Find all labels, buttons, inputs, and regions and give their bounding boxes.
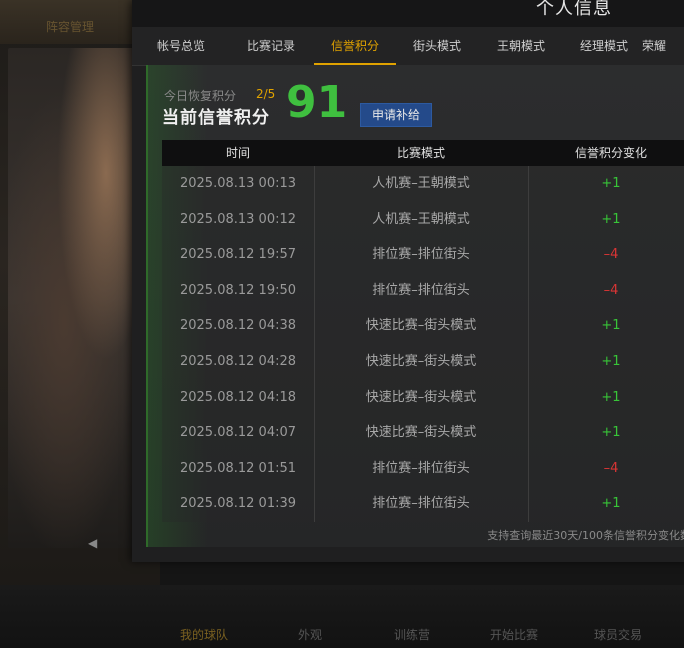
table-row: 2025.08.12 04:28 快速比赛–街头模式 +1	[162, 344, 684, 379]
row-mode: 快速比赛–街头模式	[365, 389, 477, 405]
credit-panel: 今日恢复积分 2/5 当前信誉积分 91 申请补给 时间 比赛模式 信誉积分变化…	[146, 65, 684, 547]
row-mode: 排位赛–排位街头	[372, 460, 470, 476]
row-mode: 快速比赛–街头模式	[365, 354, 477, 369]
background-top-tab: 阵容管理	[46, 20, 95, 34]
row-time: 2025.08.12 04:28	[179, 354, 297, 369]
tab-honor[interactable]: 荣耀	[642, 27, 682, 63]
recover-label: 今日恢复积分	[164, 89, 237, 103]
row-change: +1	[601, 425, 621, 441]
nav-player-trade[interactable]: 球员交易	[594, 626, 642, 643]
row-time: 2025.08.12 19:57	[179, 247, 297, 263]
header-change: 信誉积分变化	[574, 146, 647, 160]
score-title: 当前信誉积分	[162, 108, 270, 128]
row-change: +1	[601, 176, 621, 191]
apply-supply-button[interactable]: 申请补给	[360, 103, 432, 127]
table-row: 2025.08.13 00:13 人机赛–王朝模式 +1	[162, 166, 684, 201]
row-time: 2025.08.12 01:51	[179, 460, 297, 476]
nav-start-game[interactable]: 开始比赛	[490, 626, 538, 643]
background-top-bar: 阵容管理	[0, 0, 140, 44]
row-change: +1	[601, 389, 621, 405]
header-mode: 比赛模式	[396, 146, 445, 160]
row-time: 2025.08.12 04:07	[179, 425, 297, 441]
header-time: 时间	[225, 146, 250, 160]
nav-training[interactable]: 训练营	[394, 626, 430, 643]
row-mode: 排位赛–排位街头	[372, 496, 470, 512]
row-time: 2025.08.12 19:50	[179, 282, 297, 298]
table-body[interactable]: 2025.08.13 00:13 人机赛–王朝模式 +1 2025.08.13 00:…	[162, 166, 684, 522]
column-divider	[314, 166, 315, 522]
row-mode: 快速比赛–街头模式	[365, 425, 477, 441]
tab-manager-mode[interactable]: 经理模式	[563, 27, 645, 63]
row-change: –4	[603, 460, 619, 476]
table-footnote: 支持查询最近30天/100条信誉积分变化数据	[487, 529, 684, 542]
dialog-title: 个人信息	[536, 0, 612, 19]
player-portrait	[8, 48, 148, 548]
row-change: –4	[603, 247, 619, 263]
tab-bar: 帐号总览 比赛记录 信誉积分 街头模式 王朝模式 经理模式 荣耀	[132, 27, 684, 66]
table-row: 2025.08.12 19:50 排位赛–排位街头 –4	[162, 273, 684, 308]
table-row: 2025.08.12 04:18 快速比赛–街头模式 +1	[162, 380, 684, 415]
row-change: +1	[601, 211, 621, 227]
row-mode: 人机赛–王朝模式	[372, 211, 470, 227]
nav-my-team[interactable]: 我的球队	[180, 626, 228, 643]
row-change: +1	[601, 496, 621, 512]
dialog-title-bar: 个人信息	[132, 0, 684, 27]
row-time: 2025.08.12 04:18	[179, 389, 297, 405]
bottom-nav-bar	[0, 585, 684, 648]
row-time: 2025.08.13 00:12	[179, 211, 297, 227]
row-time: 2025.08.12 04:38	[179, 318, 297, 334]
tab-match-records[interactable]: 比赛记录	[230, 27, 312, 63]
nav-appearance[interactable]: 外观	[298, 626, 322, 643]
column-divider	[528, 166, 529, 522]
tab-dynasty-mode[interactable]: 王朝模式	[480, 27, 562, 63]
table-row: 2025.08.13 00:12 人机赛–王朝模式 +1	[162, 202, 684, 237]
row-mode: 排位赛–排位街头	[372, 282, 470, 298]
tab-street-mode[interactable]: 街头模式	[396, 27, 478, 63]
table-header: 时间 比赛模式 信誉积分变化	[162, 140, 684, 166]
row-time: 2025.08.13 00:13	[179, 176, 297, 191]
table-row: 2025.08.12 04:07 快速比赛–街头模式 +1	[162, 415, 684, 450]
left-arrow-icon[interactable]: ◀	[88, 536, 97, 550]
tab-account-overview[interactable]: 帐号总览	[140, 27, 222, 63]
row-change: –4	[603, 282, 619, 298]
row-time: 2025.08.12 01:39	[179, 496, 297, 512]
row-mode: 排位赛–排位街头	[372, 247, 470, 263]
tab-credit-score[interactable]: 信誉积分	[314, 27, 396, 65]
table-row: 2025.08.12 04:38 快速比赛–街头模式 +1	[162, 308, 684, 343]
table-row: 2025.08.12 01:39 排位赛–排位街头 +1	[162, 486, 684, 521]
personal-info-dialog: 个人信息 帐号总览 比赛记录 信誉积分 街头模式 王朝模式 经理模式 荣耀 今日…	[132, 0, 684, 562]
table-row: 2025.08.12 19:57 排位赛–排位街头 –4	[162, 237, 684, 272]
row-change: +1	[601, 354, 621, 369]
row-change: +1	[601, 318, 621, 334]
recover-count: 2/5	[256, 87, 276, 101]
row-mode: 人机赛–王朝模式	[372, 176, 470, 191]
row-mode: 快速比赛–街头模式	[365, 318, 477, 334]
score-value: 91	[286, 77, 348, 128]
table-row: 2025.08.12 01:51 排位赛–排位街头 –4	[162, 451, 684, 486]
